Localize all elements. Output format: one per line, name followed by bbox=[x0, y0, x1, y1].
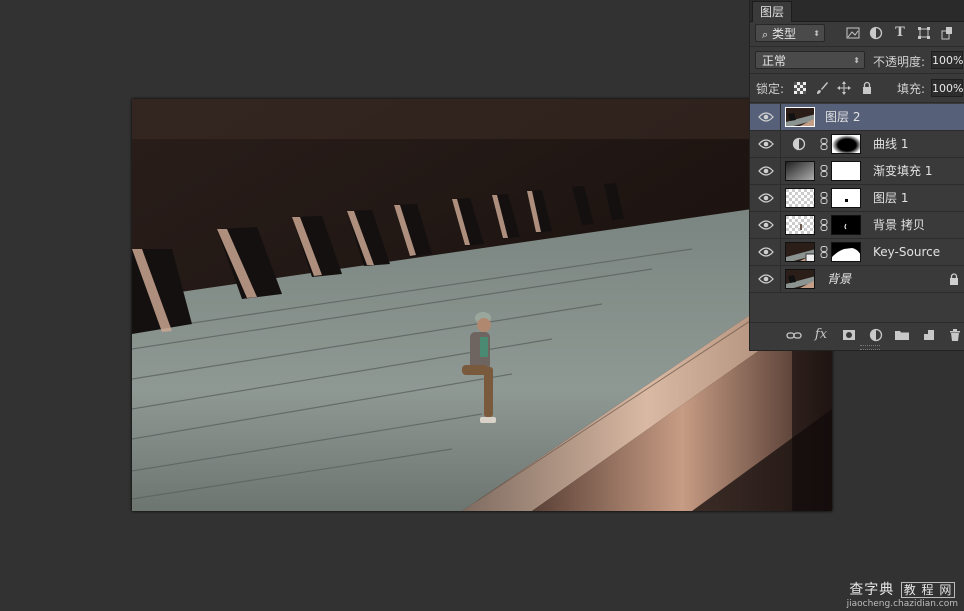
watermark-title: 查字典 bbox=[849, 582, 895, 598]
layers-list: 图层 2 曲线 1 渐变填充 1 图层 1 背景 拷贝 Key-Source 背… bbox=[750, 104, 964, 324]
layer-name: 背景 bbox=[827, 272, 852, 286]
layer-name: 背景 拷贝 bbox=[873, 218, 925, 232]
watermark-box: 教 程 网 bbox=[900, 582, 956, 598]
eye-icon bbox=[758, 166, 774, 176]
link-layers-icon[interactable] bbox=[786, 327, 802, 343]
move-icon[interactable] bbox=[837, 81, 851, 95]
visibility-toggle[interactable] bbox=[750, 212, 781, 238]
watermark-logo: 查字典 教 程 网 bbox=[847, 579, 958, 599]
layer-name: 图层 2 bbox=[825, 110, 861, 124]
divider bbox=[750, 102, 964, 103]
eye-icon bbox=[758, 193, 774, 203]
layer-row-background-copy[interactable]: 背景 拷贝 bbox=[750, 212, 964, 239]
layers-panel: 图层 ⌕ 类型 ⬍ T 正常 ⬍ 不透明度: 100% 锁定: 填充: 100% bbox=[749, 0, 964, 351]
mask-link-icon[interactable] bbox=[820, 246, 828, 258]
eye-icon bbox=[758, 220, 774, 230]
type-filter-icon[interactable]: T bbox=[893, 26, 907, 40]
transparent-thumbnail bbox=[785, 215, 815, 235]
watermark: 查字典 教 程 网 jiaocheng.chazidian.com bbox=[847, 579, 958, 609]
watermark-url: jiaocheng.chazidian.com bbox=[846, 599, 958, 609]
layer-thumbnail bbox=[785, 107, 815, 127]
opacity-label: 不透明度: bbox=[873, 55, 926, 69]
layer-mask-thumbnail bbox=[831, 242, 861, 262]
layer-filter-select[interactable]: ⌕ 类型 ⬍ bbox=[755, 24, 825, 42]
panel-resize-grip[interactable] bbox=[860, 345, 880, 350]
search-icon: ⌕ bbox=[762, 28, 769, 41]
shape-filter-icon[interactable] bbox=[917, 26, 931, 40]
fill-input[interactable]: 100% bbox=[931, 79, 963, 97]
gradient-thumbnail bbox=[785, 161, 815, 181]
transparent-thumbnail bbox=[785, 188, 815, 208]
fill-label: 填充: bbox=[897, 82, 926, 96]
piano-photo bbox=[132, 99, 832, 511]
lock-all-icon[interactable] bbox=[860, 81, 874, 95]
chevron-updown-icon: ⬍ bbox=[853, 56, 860, 65]
lock-transparent-icon[interactable] bbox=[793, 82, 807, 96]
brush-icon[interactable] bbox=[815, 81, 829, 95]
visibility-toggle[interactable] bbox=[750, 104, 781, 130]
adjustment-filter-icon[interactable] bbox=[869, 26, 883, 40]
image-filter-icon[interactable] bbox=[846, 26, 860, 40]
divider bbox=[750, 73, 964, 74]
layer-mask-thumbnail bbox=[831, 188, 861, 208]
eye-icon bbox=[758, 112, 774, 122]
visibility-toggle[interactable] bbox=[750, 158, 781, 184]
layer-row-gradient-fill1[interactable]: 渐变填充 1 bbox=[750, 158, 964, 185]
visibility-toggle[interactable] bbox=[750, 185, 781, 211]
mask-link-icon[interactable] bbox=[820, 192, 828, 204]
layer-thumbnail bbox=[785, 269, 815, 289]
smart-object-thumbnail bbox=[785, 242, 815, 262]
layer-row-background[interactable]: 背景 bbox=[750, 266, 964, 293]
mask-link-icon[interactable] bbox=[820, 138, 828, 150]
layer-name: Key-Source bbox=[873, 245, 941, 259]
layer-row-curves1[interactable]: 曲线 1 bbox=[750, 131, 964, 158]
layer-name: 图层 1 bbox=[873, 191, 909, 205]
layer-name: 渐变填充 1 bbox=[873, 164, 933, 178]
delete-layer-icon[interactable] bbox=[947, 327, 963, 343]
new-group-icon[interactable] bbox=[894, 327, 910, 343]
visibility-toggle[interactable] bbox=[750, 266, 781, 292]
layer-row-layer2[interactable]: 图层 2 bbox=[750, 104, 964, 131]
eye-icon bbox=[758, 247, 774, 257]
fx-icon[interactable]: fx bbox=[813, 327, 829, 343]
new-adjustment-icon[interactable] bbox=[868, 327, 884, 343]
blend-mode-select[interactable]: 正常 ⬍ bbox=[755, 51, 865, 69]
opacity-input[interactable]: 100% bbox=[931, 51, 963, 69]
document-canvas[interactable] bbox=[132, 99, 832, 511]
layers-panel-footer: fx bbox=[750, 322, 964, 347]
smart-object-filter-icon[interactable] bbox=[940, 26, 954, 40]
lock-label: 锁定: bbox=[756, 82, 785, 96]
panel-tab-bar: 图层 bbox=[750, 0, 964, 22]
blend-mode-value: 正常 bbox=[762, 54, 787, 68]
divider bbox=[750, 46, 964, 47]
eye-icon bbox=[758, 274, 774, 284]
eye-icon bbox=[758, 139, 774, 149]
layer-mask-thumbnail bbox=[831, 161, 861, 181]
add-mask-icon[interactable] bbox=[841, 327, 857, 343]
visibility-toggle[interactable] bbox=[750, 131, 781, 157]
layer-mask-thumbnail bbox=[831, 215, 861, 235]
new-layer-icon[interactable] bbox=[921, 327, 937, 343]
tab-layers[interactable]: 图层 bbox=[752, 1, 793, 22]
layer-mask-thumbnail bbox=[831, 134, 861, 154]
layer-name: 曲线 1 bbox=[873, 137, 909, 151]
filter-type-label: 类型 bbox=[772, 27, 797, 41]
adjustment-layer-icon bbox=[792, 137, 806, 151]
lock-icon bbox=[950, 273, 958, 285]
chevron-updown-icon: ⬍ bbox=[813, 29, 820, 38]
visibility-toggle[interactable] bbox=[750, 239, 781, 265]
layer-row-key-source[interactable]: Key-Source bbox=[750, 239, 964, 266]
mask-link-icon[interactable] bbox=[820, 165, 828, 177]
mask-link-icon[interactable] bbox=[820, 219, 828, 231]
layer-row-layer1[interactable]: 图层 1 bbox=[750, 185, 964, 212]
